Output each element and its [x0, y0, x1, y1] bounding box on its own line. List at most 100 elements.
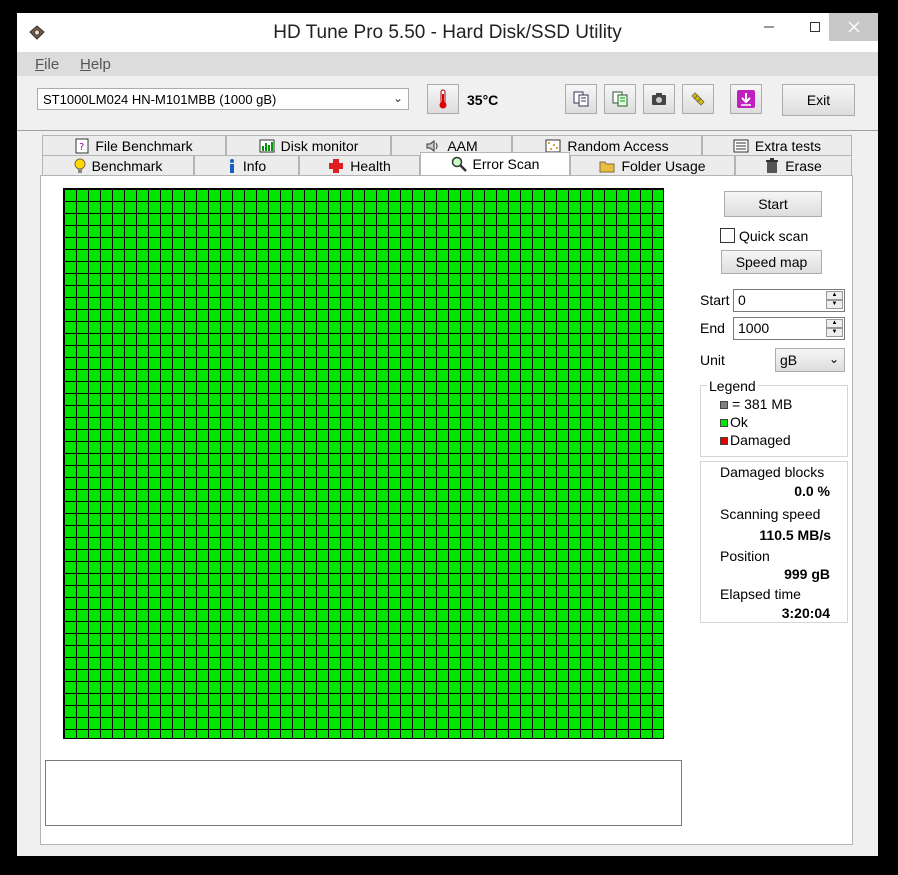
- tab-file-benchmark-label: File Benchmark: [95, 137, 193, 154]
- exit-button[interactable]: Exit: [782, 84, 855, 116]
- start-field-label: Start: [700, 292, 730, 308]
- temperature-button[interactable]: [427, 84, 459, 114]
- legend-item-damaged: Damaged: [730, 432, 791, 448]
- tab-info-label: Info: [242, 157, 267, 174]
- wrench-icon: [691, 92, 705, 106]
- magnifier-icon: [451, 156, 467, 172]
- tab-extra-tests[interactable]: Extra tests: [702, 135, 852, 155]
- tab-health-label: Health: [350, 157, 391, 174]
- legend-swatch-block: [720, 401, 728, 409]
- tab-health[interactable]: Health: [299, 155, 420, 175]
- tab-benchmark[interactable]: Benchmark: [42, 155, 194, 175]
- legend-swatch-ok: [720, 419, 728, 427]
- elapsed-time-value: 3:20:04: [781, 605, 830, 621]
- copy-icon: [573, 91, 589, 107]
- tab-disk-monitor[interactable]: Disk monitor: [226, 135, 391, 155]
- menu-help-accel: H: [80, 56, 91, 73]
- svg-text:?: ?: [79, 142, 84, 153]
- scanning-speed-label: Scanning speed: [720, 506, 821, 522]
- menu-help[interactable]: Help: [80, 56, 111, 73]
- copy-all-icon: [612, 91, 628, 107]
- unit-select[interactable]: gB ⌄: [775, 348, 845, 372]
- tab-error-scan[interactable]: Error Scan: [420, 152, 570, 175]
- menu-file[interactable]: File: [35, 56, 59, 73]
- minimize-icon: [764, 26, 774, 28]
- menu-help-label: elp: [90, 56, 111, 73]
- legend-item-block: = 381 MB: [732, 396, 793, 412]
- close-icon: [848, 21, 859, 33]
- tab-erase-label: Erase: [785, 157, 822, 174]
- elapsed-time-label: Elapsed time: [720, 586, 801, 602]
- tab-error-scan-label: Error Scan: [472, 156, 540, 172]
- spin-down-icon[interactable]: ▼: [826, 328, 843, 337]
- legend-item-ok: Ok: [730, 414, 748, 430]
- download-arrow-icon: [737, 90, 755, 108]
- start-spinbox[interactable]: 0 ▲ ▼: [733, 289, 845, 312]
- copy-all-button[interactable]: [604, 84, 636, 114]
- menu-file-accel: F: [35, 56, 45, 73]
- drive-select-value: ST1000LM024 HN-M101MBB (1000 gB): [43, 92, 277, 107]
- close-button[interactable]: [829, 13, 878, 41]
- folder-icon: [599, 161, 615, 172]
- app-window: HD Tune Pro 5.50 - Hard Disk/SSD Utility…: [17, 13, 878, 856]
- options-button[interactable]: [682, 84, 714, 114]
- trash-icon: [766, 157, 779, 173]
- tab-disk-monitor-label: Disk monitor: [280, 137, 359, 154]
- legend-swatch-damaged: [720, 437, 728, 445]
- copy-info-button[interactable]: [565, 84, 597, 114]
- temperature-readout: 35°C: [467, 92, 499, 108]
- lightbulb-icon: [74, 158, 86, 173]
- random-access-icon: [545, 139, 561, 152]
- scanning-speed-value: 110.5 MB/s: [759, 527, 831, 543]
- error-scan-panel: Start Quick scan Speed map Start 0 ▲ ▼ E…: [40, 175, 853, 845]
- quick-scan-label: Quick scan: [739, 228, 809, 244]
- position-value: 999 gB: [784, 566, 830, 582]
- end-spinbox-arrows[interactable]: ▲ ▼: [826, 319, 843, 338]
- spin-down-icon[interactable]: ▼: [826, 300, 843, 309]
- scan-block-grid: [63, 188, 664, 739]
- toolbar-separator: [17, 130, 878, 131]
- tab-erase[interactable]: Erase: [735, 155, 852, 175]
- position-label: Position: [720, 548, 770, 564]
- start-spinbox-arrows[interactable]: ▲ ▼: [826, 291, 843, 310]
- end-field-label: End: [700, 320, 725, 336]
- screenshot-button[interactable]: [643, 84, 675, 114]
- save-button[interactable]: [730, 84, 762, 114]
- health-cross-icon: [329, 158, 344, 173]
- menu-bar: File Help: [17, 52, 878, 76]
- start-spinbox-value: 0: [738, 292, 746, 308]
- spin-up-icon[interactable]: ▲: [826, 291, 843, 300]
- unit-select-value: gB: [780, 352, 798, 368]
- spin-up-icon[interactable]: ▲: [826, 319, 843, 328]
- unit-field-label: Unit: [700, 352, 725, 368]
- chevron-down-icon: ⌄: [828, 352, 839, 366]
- extra-tests-icon: [733, 139, 749, 152]
- start-button[interactable]: Start: [724, 191, 822, 217]
- tab-extra-tests-label: Extra tests: [754, 137, 822, 154]
- tab-info[interactable]: Info: [194, 155, 299, 175]
- minimize-button[interactable]: [746, 13, 792, 41]
- scan-log-box[interactable]: [45, 760, 682, 826]
- camera-icon: [652, 93, 666, 105]
- speaker-icon: [426, 139, 438, 152]
- chevron-down-icon: ⌄: [392, 91, 403, 105]
- file-benchmark-icon: ?: [75, 138, 89, 153]
- menu-file-label: ile: [44, 56, 60, 73]
- maximize-icon: [810, 22, 820, 32]
- legend-title: Legend: [707, 378, 758, 394]
- title-bar[interactable]: HD Tune Pro 5.50 - Hard Disk/SSD Utility: [17, 13, 878, 52]
- tab-folder-usage-label: Folder Usage: [621, 157, 706, 174]
- end-spinbox[interactable]: 1000 ▲ ▼: [733, 317, 845, 340]
- tab-random-access-label: Random Access: [567, 137, 669, 154]
- disk-monitor-icon: [259, 139, 275, 152]
- speed-map-button[interactable]: Speed map: [721, 250, 822, 274]
- info-icon: [229, 158, 234, 173]
- damaged-blocks-value: 0.0 %: [794, 483, 830, 499]
- quick-scan-checkbox[interactable]: [720, 228, 735, 243]
- drive-select[interactable]: ST1000LM024 HN-M101MBB (1000 gB) ⌄: [37, 88, 409, 110]
- end-spinbox-value: 1000: [738, 320, 770, 336]
- thermometer-icon: [439, 89, 447, 109]
- tab-file-benchmark[interactable]: ? File Benchmark: [42, 135, 226, 155]
- damaged-blocks-label: Damaged blocks: [720, 464, 825, 480]
- tab-folder-usage[interactable]: Folder Usage: [570, 155, 735, 175]
